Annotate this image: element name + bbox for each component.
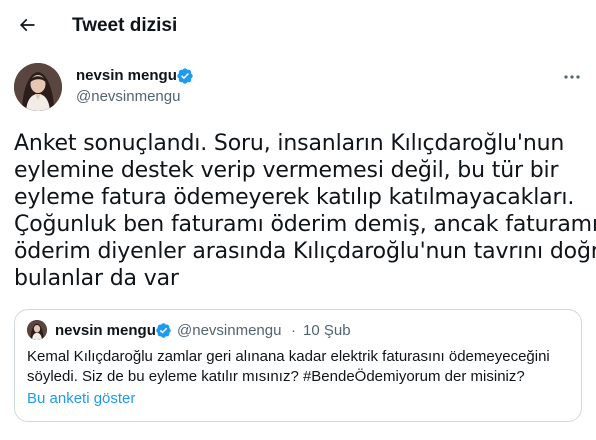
author-name[interactable]: nevsin mengu: [76, 67, 177, 85]
quote-text: Kemal Kılıçdaroğlu zamlar geri alınana k…: [27, 347, 573, 387]
quoted-tweet-card[interactable]: nevsin mengu @nevsinmengu · 10 Şub Kemal…: [14, 309, 582, 422]
verified-badge-icon: [177, 68, 193, 84]
tweet-text-line: bulanlar da var: [14, 266, 179, 291]
show-poll-link[interactable]: Bu anketi göster: [27, 390, 135, 408]
more-dots-icon: [564, 75, 580, 79]
quote-author-name: nevsin mengu: [55, 322, 156, 339]
quote-date[interactable]: 10 Şub: [303, 322, 351, 340]
quote-separator: ·: [291, 322, 296, 339]
more-options-button[interactable]: [560, 68, 584, 86]
profile-photo-icon: [27, 320, 47, 340]
quote-avatar: [27, 320, 47, 340]
arrow-left-icon: [19, 18, 35, 32]
profile-photo-icon: [14, 63, 62, 111]
tweet-text-line: Çoğunluk ben faturamı öderim demiş, anca…: [14, 212, 596, 237]
back-button[interactable]: [14, 12, 40, 38]
avatar[interactable]: [14, 63, 62, 111]
tweet-text-line: eylemine destek verip vermemesi değil, b…: [14, 158, 559, 183]
tweet-text: Anket sonuçlandı. Soru, insanların Kılıç…: [14, 130, 596, 292]
page-title: Tweet dizisi: [72, 15, 178, 36]
quote-text-line: Kemal Kılıçdaroğlu zamlar geri alınana k…: [27, 348, 550, 365]
tweet-text-line: öderim diyenler arasında Kılıçdaroğlu'nu…: [14, 239, 596, 264]
tweet-text-line: Anket sonuçlandı. Soru, insanların Kılıç…: [14, 131, 565, 156]
quote-author-handle: @nevsinmengu: [177, 322, 282, 339]
tweet-text-line: eyleme fatura ödemeyerek katılıp katılma…: [14, 185, 575, 210]
author-handle[interactable]: @nevsinmengu: [76, 88, 180, 106]
quote-text-line: söyledi. Siz de bu eyleme katılır mısını…: [27, 368, 525, 385]
header: Tweet dizisi: [0, 0, 596, 56]
verified-badge-icon: [156, 323, 171, 338]
